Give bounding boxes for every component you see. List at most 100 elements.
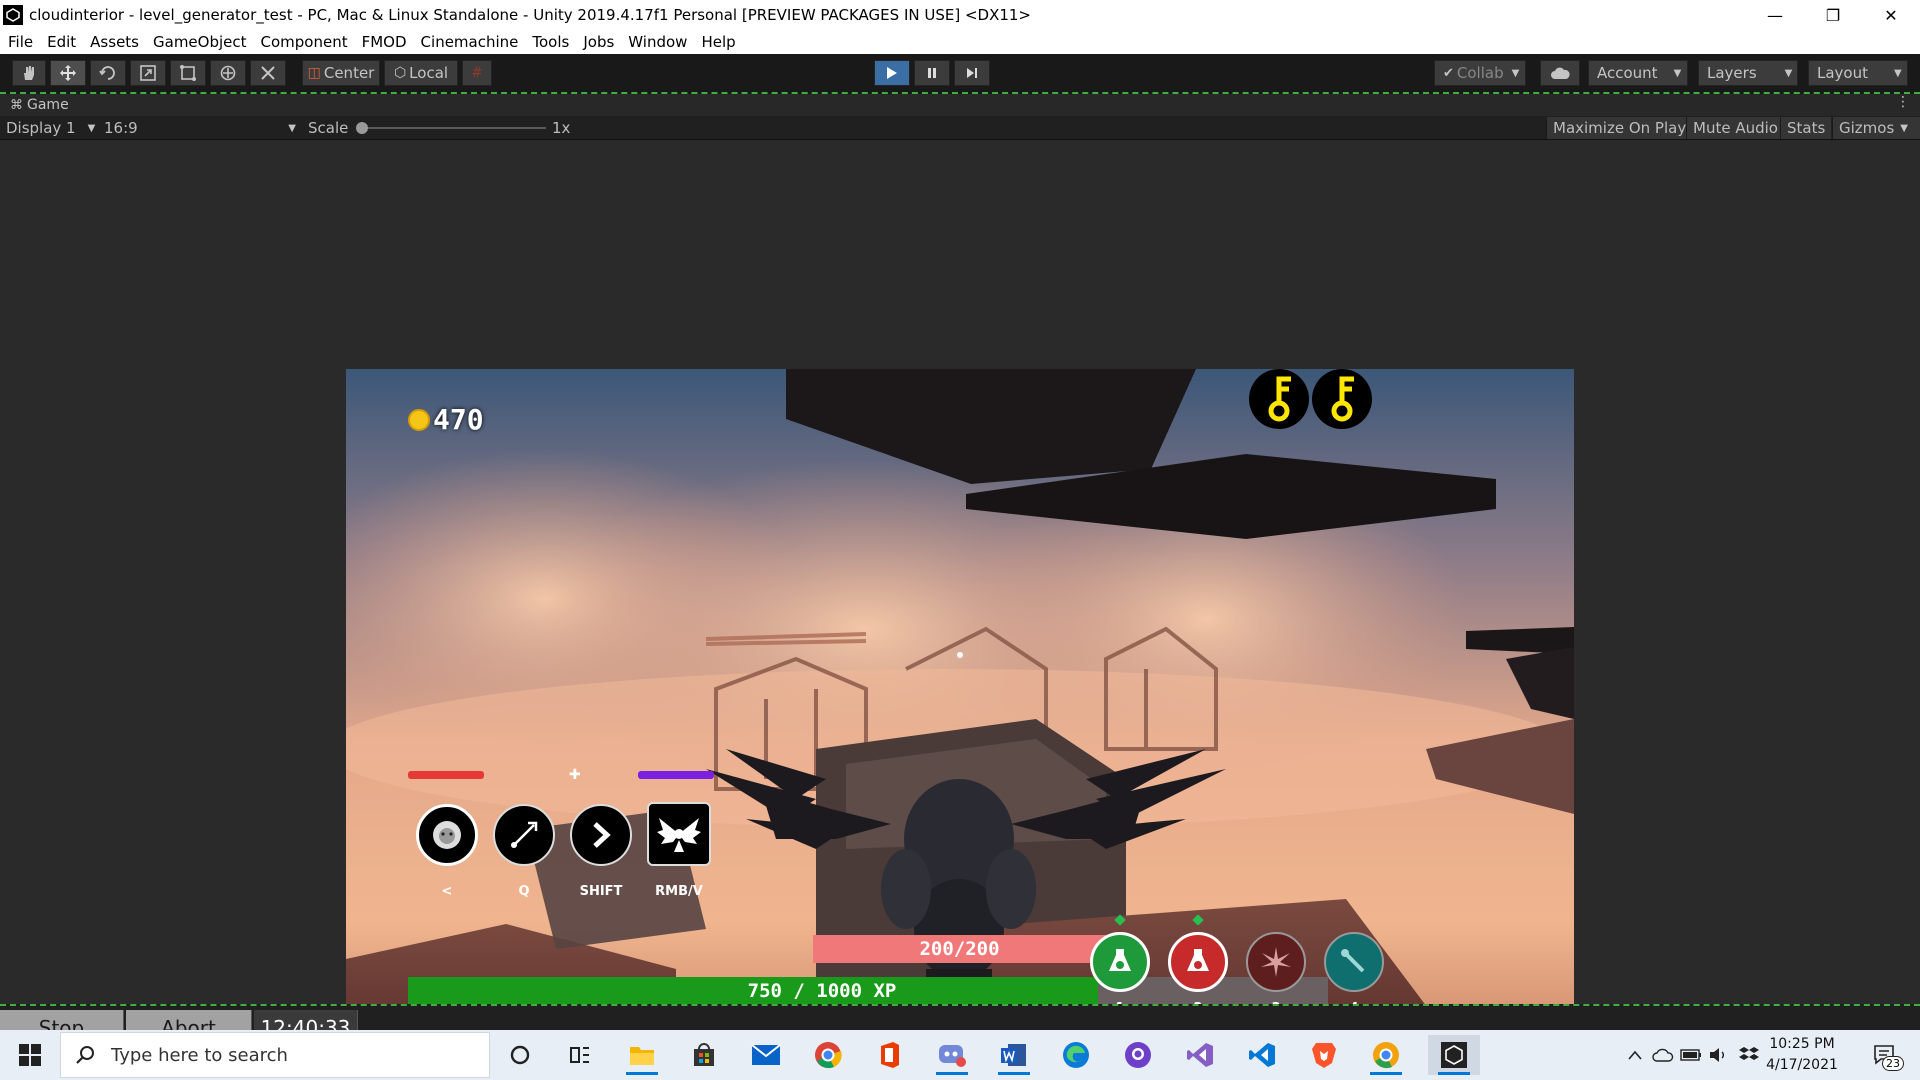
taskbar-search[interactable]: Type here to search (60, 1032, 490, 1078)
menu-window[interactable]: Window (628, 33, 687, 51)
github-desktop-icon[interactable] (1118, 1035, 1158, 1075)
account-dropdown[interactable]: Account ▼ (1588, 60, 1688, 86)
menu-component[interactable]: Component (261, 33, 348, 51)
burst-icon (1261, 947, 1291, 977)
cloud-button[interactable] (1540, 60, 1580, 86)
file-explorer-icon[interactable] (622, 1035, 662, 1075)
layout-dropdown[interactable]: Layout ▼ (1808, 60, 1908, 86)
layout-label: Layout (1817, 64, 1868, 82)
maximize-on-play-toggle[interactable]: Maximize On Play (1546, 117, 1693, 139)
onedrive-icon[interactable] (1650, 1035, 1676, 1075)
vscode-icon[interactable] (1242, 1035, 1282, 1075)
layers-dropdown[interactable]: Layers ▼ (1698, 60, 1798, 86)
menu-tools[interactable]: Tools (532, 33, 569, 51)
menu-fmod[interactable]: FMOD (362, 33, 407, 51)
pivot-local-button[interactable]: ⬡ Local (384, 60, 458, 86)
maximize-button[interactable]: ❐ (1804, 0, 1862, 30)
slider-thumb[interactable] (356, 122, 368, 134)
cortana-icon[interactable] (500, 1035, 540, 1075)
mute-audio-toggle[interactable]: Mute Audio (1686, 117, 1784, 139)
potion-icon (1109, 949, 1131, 971)
more-options-icon[interactable]: ⋮ (1896, 94, 1910, 110)
active-indicator (998, 1072, 1030, 1075)
aspect-dropdown[interactable]: 16:9 ▼ (104, 118, 296, 138)
stats-toggle[interactable]: Stats (1780, 117, 1832, 139)
active-indicator (1438, 1072, 1470, 1075)
pivot-icon: ◫ (307, 65, 321, 81)
gamepad-icon: ⌘ (10, 97, 23, 113)
screen: { "window": { "title": "cloudinterior - … (0, 0, 1920, 1080)
game-tab[interactable]: ⌘ Game ⋮ (0, 94, 1920, 116)
notification-count: 23 (1882, 1056, 1904, 1071)
search-icon (76, 1046, 94, 1064)
office-icon[interactable] (870, 1035, 910, 1075)
collab-dropdown[interactable]: ✔ Collab ▼ (1434, 60, 1526, 86)
crosshair-icon (957, 652, 963, 658)
windows-logo-icon (19, 1044, 41, 1066)
layers-label: Layers (1707, 64, 1757, 82)
menu-jobs[interactable]: Jobs (583, 33, 614, 51)
chevron-down-icon: ▼ (87, 122, 96, 134)
aspect-label: 16:9 (104, 119, 138, 137)
task-view-icon[interactable] (560, 1035, 600, 1075)
grapple-icon (493, 804, 555, 866)
menu-edit[interactable]: Edit (47, 33, 76, 51)
visual-studio-icon[interactable] (1180, 1035, 1220, 1075)
custom-tool-icon[interactable] (250, 60, 286, 86)
start-button[interactable] (0, 1030, 60, 1080)
close-button[interactable]: ✕ (1862, 0, 1920, 30)
edge-icon[interactable] (1056, 1035, 1096, 1075)
dash-icon (570, 804, 632, 866)
wings-icon (647, 802, 711, 866)
menu-cinemachine[interactable]: Cinemachine (421, 33, 519, 51)
pause-button[interactable] (914, 60, 950, 86)
unity-taskbar-icon[interactable] (1428, 1035, 1480, 1075)
scale-tool-icon[interactable] (130, 60, 166, 86)
brave-icon[interactable] (1304, 1035, 1344, 1075)
minimize-button[interactable]: — (1746, 0, 1804, 30)
word-icon[interactable] (994, 1035, 1034, 1075)
potion-slot (1090, 932, 1150, 992)
move-tool-icon[interactable] (50, 60, 86, 86)
display-dropdown[interactable]: Display 1 ▼ (6, 118, 96, 138)
title-bar: cloudinterior - level_generator_test - P… (0, 0, 1920, 30)
store-icon[interactable] (684, 1035, 724, 1075)
menu-help[interactable]: Help (701, 33, 735, 51)
chrome-icon[interactable] (808, 1035, 848, 1075)
notification-center-icon[interactable]: 23 (1866, 1035, 1906, 1075)
play-button[interactable] (874, 60, 910, 86)
dagger-icon (1341, 949, 1365, 973)
step-button[interactable] (954, 60, 990, 86)
grid-snap-icon[interactable]: # (462, 60, 492, 86)
chevron-down-icon: ▼ (288, 122, 296, 134)
rotate-tool-icon[interactable] (90, 60, 126, 86)
menu-file[interactable]: File (8, 33, 33, 51)
active-indicator (1370, 1072, 1402, 1075)
rect-tool-icon[interactable] (170, 60, 206, 86)
transform-tool-icon[interactable] (210, 60, 246, 86)
cube-icon: ⬡ (393, 65, 407, 81)
collab-label: Collab (1456, 64, 1504, 82)
hand-tool-icon[interactable] (12, 60, 46, 86)
lion-icon (416, 804, 478, 866)
gizmos-dropdown[interactable]: Gizmos ▼ (1832, 117, 1920, 139)
menu-gameobject[interactable]: GameObject (153, 33, 247, 51)
chevron-up-icon[interactable] (1622, 1035, 1648, 1075)
menu-assets[interactable]: Assets (90, 33, 139, 51)
game-render[interactable]: 470 ✚ < Q SHIFT RMB/V 200/200 750 / 1000… (346, 369, 1574, 1059)
play-icon (887, 67, 897, 79)
scale-slider[interactable] (356, 118, 546, 138)
battery-icon[interactable] (1678, 1035, 1704, 1075)
discord-icon[interactable] (932, 1035, 972, 1075)
pivot-center-button[interactable]: ◫ Center (302, 60, 380, 86)
chrome-canary-icon[interactable] (1366, 1035, 1406, 1075)
ability-cooldown-bar-purple (638, 771, 714, 779)
potion-slot (1168, 932, 1228, 992)
chevron-down-icon: ▼ (1511, 67, 1520, 79)
mail-icon[interactable] (746, 1035, 786, 1075)
account-label: Account (1597, 64, 1658, 82)
volume-icon[interactable] (1706, 1035, 1732, 1075)
key-icon (1312, 369, 1372, 429)
taskbar-clock[interactable]: 10:25 PM 4/17/2021 (1754, 1034, 1850, 1076)
cloud-icon (1551, 67, 1570, 79)
